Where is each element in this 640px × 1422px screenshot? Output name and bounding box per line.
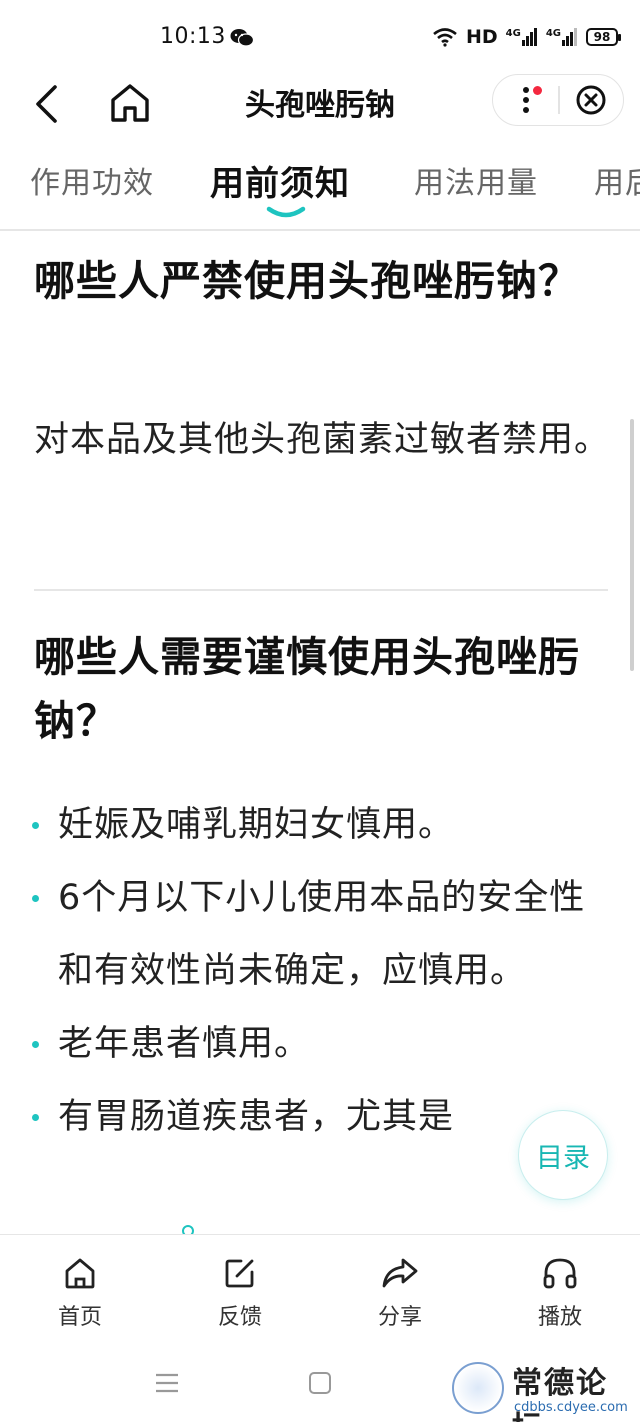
- back-button[interactable]: [26, 80, 66, 128]
- nav-label: 首页: [57, 1305, 102, 1330]
- loading-indicator: [182, 1225, 194, 1234]
- article-content[interactable]: 哪些人严禁使用头孢唑肟钠？ 对本品及其他头孢菌素过敏者禁用。 哪些人需要谨慎使用…: [0, 231, 640, 1234]
- home-icon: [60, 1253, 100, 1293]
- watermark-logo-icon: [452, 1362, 504, 1414]
- section-heading: 哪些人需要谨慎使用头孢唑肟钠？: [34, 633, 580, 745]
- wechat-icon: [230, 29, 254, 47]
- nav-label: 分享: [377, 1305, 422, 1330]
- nav-home[interactable]: 首页: [0, 1235, 160, 1343]
- close-circle-icon: [576, 85, 606, 115]
- tab-dosage[interactable]: 用法用量: [414, 158, 538, 202]
- status-time: 10:13: [160, 24, 226, 49]
- active-tab-indicator: [266, 206, 306, 218]
- hd-label: HD: [465, 26, 498, 48]
- system-nav-bar: 常德论坛 cdbbs.cdyee.com: [0, 1342, 640, 1422]
- nav-feedback[interactable]: 反馈: [160, 1235, 320, 1343]
- nav-label: 反馈: [217, 1305, 262, 1330]
- signal-1: 4G: [506, 28, 538, 46]
- more-vertical-icon: [522, 87, 529, 113]
- bullet-dot: [32, 822, 39, 829]
- list-item: 老年患者慎用。: [30, 1008, 610, 1081]
- section-body: 对本品及其他头孢菌素过敏者禁用。: [34, 420, 611, 460]
- bottom-nav: 首页 反馈 分享 播放: [0, 1234, 640, 1342]
- back-arrow-icon: [36, 85, 57, 123]
- battery-indicator: 98: [586, 28, 621, 46]
- section-divider: [34, 589, 608, 591]
- bullet-dot: [32, 895, 39, 902]
- home-icon: [111, 84, 149, 122]
- share-icon: [380, 1253, 420, 1293]
- list-item: 6个月以下小儿使用本品的安全性和有效性尚未确定，应慎用。: [30, 862, 610, 1008]
- watermark-url: cdbbs.cdyee.com: [514, 1400, 628, 1415]
- tab-after-use[interactable]: 用后: [594, 158, 640, 202]
- close-button[interactable]: [560, 74, 623, 126]
- bullet-dot: [32, 1041, 39, 1048]
- home-button[interactable]: [106, 78, 154, 128]
- tab-precautions[interactable]: 用前须知: [210, 156, 350, 205]
- mini-program-capsule: [492, 74, 624, 126]
- nav-play[interactable]: 播放: [480, 1235, 640, 1343]
- status-indicators: HD 4G 4G 98: [432, 26, 621, 48]
- menu-icon[interactable]: [154, 1372, 180, 1394]
- signal-bars-icon: [562, 28, 577, 46]
- toc-button[interactable]: 目录: [518, 1110, 608, 1200]
- wifi-icon: [433, 28, 457, 47]
- system-home-button[interactable]: [309, 1372, 331, 1394]
- bullet-dot: [32, 1114, 39, 1121]
- scrollbar[interactable]: [630, 419, 634, 671]
- nav-label: 播放: [537, 1305, 582, 1330]
- signal-bars-icon: [521, 28, 537, 46]
- more-button[interactable]: [493, 74, 558, 126]
- section-heading: 哪些人严禁使用头孢唑肟钠？: [34, 257, 580, 305]
- headphones-icon: [540, 1253, 580, 1293]
- notification-dot: [533, 86, 542, 95]
- nav-share[interactable]: 分享: [320, 1235, 480, 1343]
- caution-list: 妊娠及哺乳期妇女慎用。 6个月以下小儿使用本品的安全性和有效性尚未确定，应慎用。…: [30, 789, 610, 1154]
- title-bar: 头孢唑肟钠: [0, 62, 640, 144]
- tab-effects[interactable]: 作用功效: [30, 158, 154, 202]
- section-tabs: 作用功效 用前须知 用法用量 用后: [0, 150, 640, 230]
- edit-icon: [220, 1253, 260, 1293]
- signal-2: 4G: [546, 28, 578, 46]
- list-item: 妊娠及哺乳期妇女慎用。: [30, 789, 610, 862]
- watermark: 常德论坛 cdbbs.cdyee.com: [452, 1356, 638, 1422]
